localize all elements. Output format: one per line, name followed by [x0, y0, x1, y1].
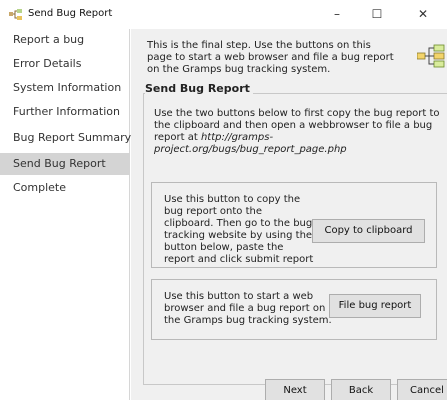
step-bug-report-summary[interactable]: Bug Report Summary [0, 127, 131, 149]
next-button[interactable]: Next [265, 379, 325, 400]
step-report-a-bug[interactable]: Report a bug [0, 29, 130, 51]
description-text: Use the two buttons below to first copy … [154, 108, 440, 143]
close-button[interactable]: ✕ [408, 3, 438, 25]
file-bug-report-button[interactable]: File bug report [329, 294, 421, 318]
copy-panel: Use this button to copy the bug report o… [151, 182, 437, 268]
file-panel: Use this button to start a web browser a… [151, 279, 437, 340]
step-further-information[interactable]: Further Information [0, 101, 130, 123]
back-button[interactable]: Back [331, 379, 391, 400]
file-instructions: Use this button to start a web browser a… [164, 291, 332, 326]
title-bar: Send Bug Report – ☐ ✕ [0, 0, 447, 29]
maximize-button[interactable]: ☐ [362, 3, 392, 25]
group-description: Use the two buttons below to first copy … [154, 108, 446, 156]
copy-to-clipboard-button[interactable]: Copy to clipboard [312, 219, 425, 243]
step-complete[interactable]: Complete [0, 177, 130, 199]
gramps-app-icon [9, 9, 22, 20]
minimize-button[interactable]: – [322, 3, 352, 25]
copy-instructions: Use this button to copy the bug report o… [164, 194, 314, 265]
wizard-step-list: Report a bug Error Details System Inform… [0, 29, 131, 400]
network-icon [416, 44, 445, 68]
step-error-details[interactable]: Error Details [0, 53, 130, 75]
wizard-page: This is the final step. Use the buttons … [131, 29, 447, 400]
window-title: Send Bug Report [28, 8, 113, 19]
step-system-information[interactable]: System Information [0, 77, 130, 99]
intro-text: This is the final step. Use the buttons … [147, 40, 394, 75]
cancel-button[interactable]: Cancel [397, 379, 447, 400]
group-title: Send Bug Report [145, 82, 253, 95]
step-send-bug-report[interactable]: Send Bug Report [0, 153, 130, 175]
